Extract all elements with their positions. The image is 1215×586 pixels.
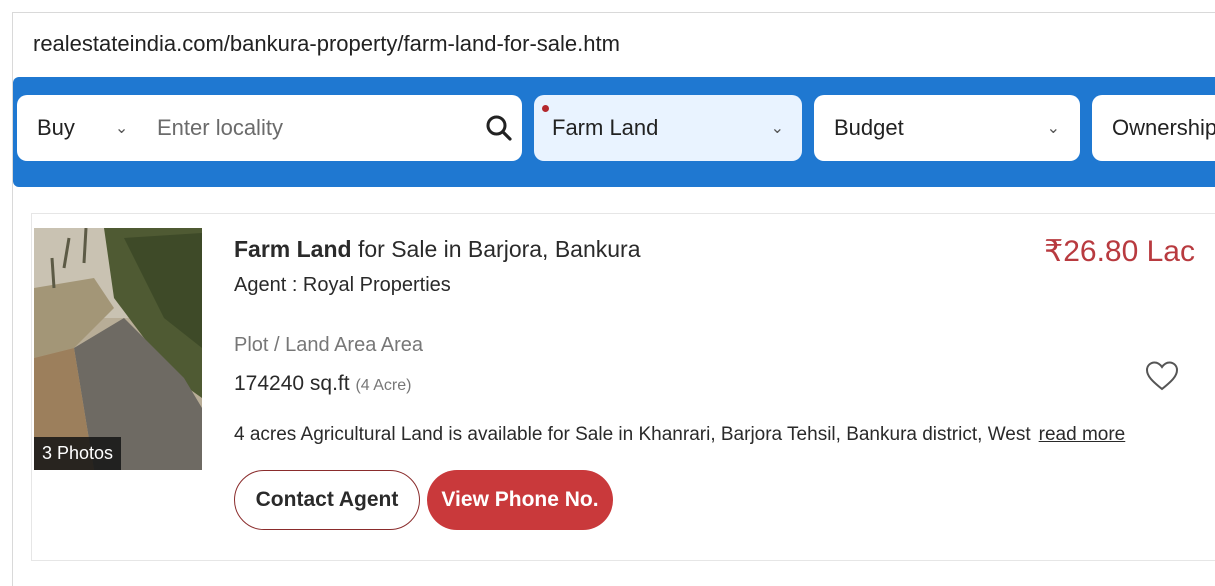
search-button[interactable] xyxy=(476,105,522,151)
listing-title[interactable]: Farm Land for Sale in Barjora, Bankura xyxy=(234,236,641,263)
listing-title-location: for Sale in Barjora, Bankura xyxy=(351,236,641,262)
search-icon xyxy=(486,115,512,141)
buy-dropdown[interactable]: Buy ⌄ xyxy=(17,115,147,141)
land-photo-image xyxy=(34,228,202,470)
ownership-dropdown[interactable]: Ownership xyxy=(1092,95,1215,161)
read-more-link[interactable]: read more xyxy=(1039,424,1126,445)
agent-name: Agent : Royal Properties xyxy=(234,274,451,296)
required-dot-icon xyxy=(542,105,549,112)
locality-search-group: Buy ⌄ xyxy=(17,95,522,161)
contact-agent-button[interactable]: Contact Agent xyxy=(234,470,420,530)
address-bar[interactable]: realestateindia.com/bankura-property/far… xyxy=(13,13,1215,75)
photo-count-badge: 3 Photos xyxy=(34,437,122,470)
area-acre: (4 Acre) xyxy=(355,377,412,394)
property-type-value: Farm Land xyxy=(552,115,659,140)
area-label: Plot / Land Area Area xyxy=(234,334,424,356)
url-text[interactable]: realestateindia.com/bankura-property/far… xyxy=(33,31,620,57)
description-text: 4 acres Agricultural Land is available f… xyxy=(234,424,1031,445)
chevron-down-icon: ⌄ xyxy=(770,120,784,137)
heart-icon[interactable] xyxy=(1145,360,1179,392)
listing-description: 4 acres Agricultural Land is available f… xyxy=(234,424,1125,446)
buy-label: Buy xyxy=(37,115,75,140)
listing-card: 3 Photos Farm Land for Sale in Barjora, … xyxy=(31,213,1215,561)
ownership-label: Ownership xyxy=(1112,115,1215,140)
chevron-down-icon: ⌄ xyxy=(114,120,129,137)
locality-input[interactable] xyxy=(147,95,476,161)
listing-price: ₹26.80 Lac xyxy=(1044,235,1195,268)
property-type-dropdown[interactable]: Farm Land ⌄ xyxy=(534,95,802,161)
budget-dropdown[interactable]: Budget ⌄ xyxy=(814,95,1080,161)
view-phone-button[interactable]: View Phone No. xyxy=(427,470,613,530)
listing-title-type: Farm Land xyxy=(234,236,352,262)
search-bar: Buy ⌄ Farm Land ⌄ Budget ⌄ Ownership xyxy=(13,77,1215,187)
browser-frame: realestateindia.com/bankura-property/far… xyxy=(12,12,1215,586)
area-value: 174240 sq.ft (4 Acre) xyxy=(234,372,411,396)
property-photo[interactable]: 3 Photos xyxy=(34,228,202,470)
area-sqft: 174240 sq.ft xyxy=(234,372,350,395)
chevron-down-icon: ⌄ xyxy=(1046,120,1060,137)
budget-label: Budget xyxy=(834,115,904,140)
